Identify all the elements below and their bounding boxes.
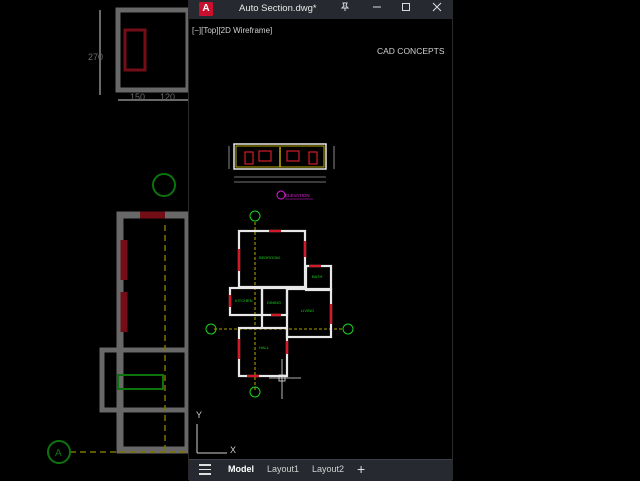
bg-grid-label: A — [55, 448, 62, 459]
title-bar: A Auto Section.dwg* — [189, 0, 452, 19]
elevation-label: ELEVATION — [285, 193, 310, 198]
room-label-hall: HALL — [259, 345, 270, 350]
maximize-icon[interactable] — [398, 2, 414, 17]
layout-tab-bar: Model Layout1 Layout2 + — [189, 459, 452, 481]
hamburger-menu-icon[interactable] — [199, 464, 211, 476]
bg-dim-text: 120 — [160, 92, 175, 102]
elevation-view: ELEVATION — [228, 143, 335, 200]
crosshair-cursor — [269, 359, 301, 399]
bg-dim-text: 150 — [130, 92, 145, 102]
add-layout-button[interactable]: + — [357, 461, 365, 477]
room-label-dining: DINING — [267, 300, 281, 305]
room-label-kitchen: KITCHEN — [235, 298, 253, 303]
tab-model[interactable]: Model — [228, 464, 254, 474]
bg-dim-text: 270 — [88, 52, 103, 62]
minimize-icon[interactable] — [369, 2, 385, 17]
pin-icon[interactable] — [337, 2, 353, 17]
ucs-x-label: X — [230, 445, 236, 455]
room-label-bedroom: BEDROOM — [259, 255, 280, 260]
room-label-bath: BATH — [312, 274, 322, 279]
autocad-logo-icon[interactable]: A — [199, 2, 213, 16]
tab-layout2[interactable]: Layout2 — [312, 464, 344, 474]
document-title: Auto Section.dwg* — [239, 3, 317, 14]
ucs-icon: Y X — [196, 410, 236, 455]
drawing-viewport[interactable]: [−][Top][2D Wireframe] CAD CONCEPTS ELEV… — [189, 19, 452, 459]
ucs-y-label: Y — [196, 410, 202, 420]
tab-layout1[interactable]: Layout1 — [267, 464, 299, 474]
close-icon[interactable] — [429, 2, 445, 17]
floor-plan-drawing: ELEVATION BEDROOM BATH KITCHEN DINING LI… — [196, 143, 354, 455]
autocad-window: A Auto Section.dwg* [−][Top][2D Wirefram… — [188, 0, 453, 481]
room-label-living: LIVING — [301, 308, 314, 313]
